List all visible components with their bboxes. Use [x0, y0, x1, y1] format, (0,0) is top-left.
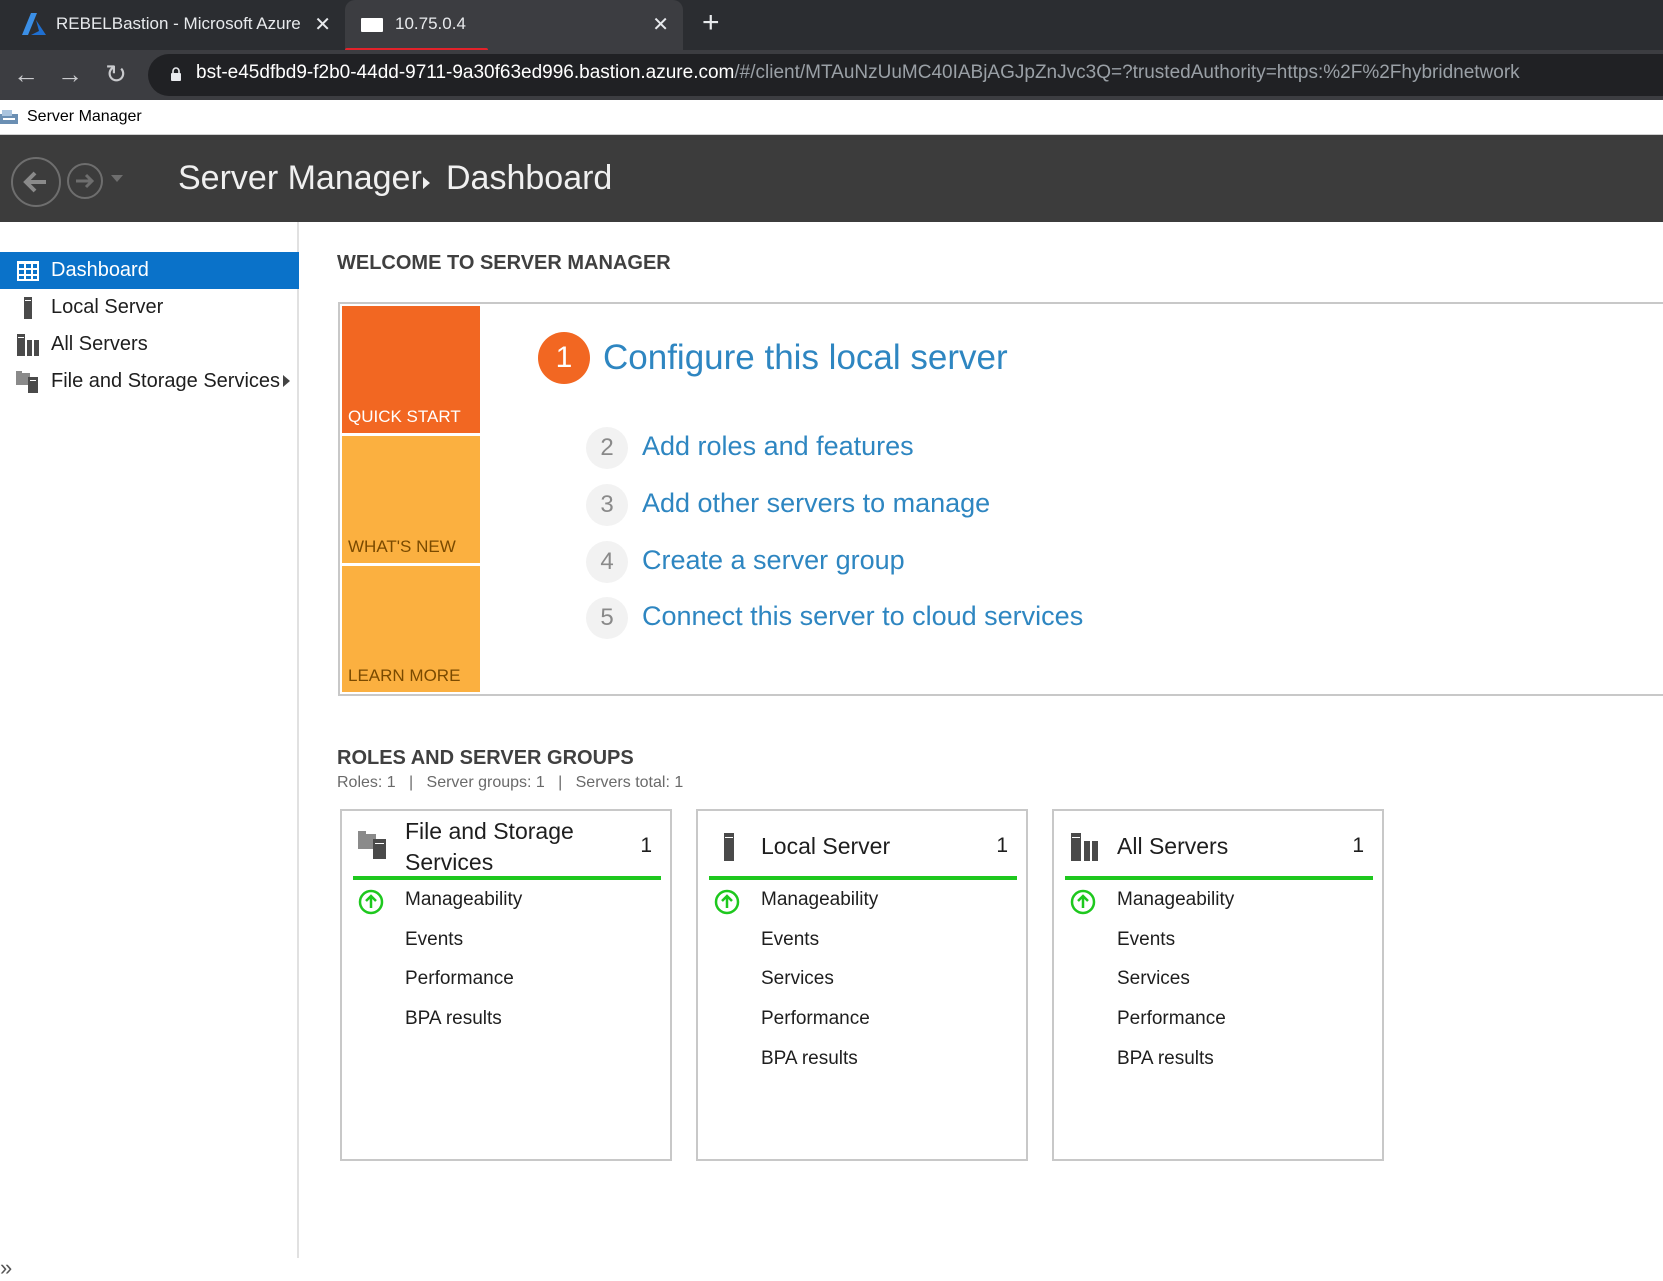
roles-heading: ROLES AND SERVER GROUPS: [337, 747, 634, 769]
browser-tabstrip: REBELBastion - Microsoft Azure ✕ 10.75.0…: [0, 0, 1663, 52]
step-number-badge: 3: [586, 484, 628, 526]
card-row-services[interactable]: Services: [761, 968, 834, 990]
back-arrow-icon: [23, 171, 46, 193]
sidebar-item-local-server[interactable]: Local Server: [0, 289, 299, 326]
url-text[interactable]: bst-e45dfbd9-f2b0-44dd-9711-9a30f63ed996…: [196, 62, 1520, 84]
tab-remote-session[interactable]: 10.75.0.4 ✕: [345, 0, 683, 50]
card-count: 1: [996, 834, 1008, 857]
tile-label: QUICK START: [348, 407, 461, 426]
create-server-group-link[interactable]: Create a server group: [642, 545, 905, 576]
expand-arrow-icon[interactable]: [283, 375, 290, 387]
card-row-bpa[interactable]: BPA results: [761, 1048, 858, 1070]
sidebar-item-label: All Servers: [51, 333, 148, 355]
sidebar-item-label: Local Server: [51, 296, 164, 318]
forward-arrow-icon[interactable]: →: [54, 58, 86, 90]
card-title[interactable]: File and Storage Services: [405, 816, 574, 878]
history-dropdown-icon[interactable]: [111, 175, 123, 182]
step-number-badge: 4: [586, 541, 628, 583]
manageability-ok-icon: [1070, 889, 1096, 915]
remote-desktop-icon: [361, 18, 383, 32]
card-row-performance[interactable]: Performance: [405, 968, 514, 990]
card-row-bpa[interactable]: BPA results: [1117, 1048, 1214, 1070]
role-card-all-servers: All Servers 1 Manageability Events Servi…: [1052, 809, 1384, 1161]
sidebar-item-all-servers[interactable]: All Servers: [0, 326, 299, 363]
app-title: Server Manager: [178, 159, 422, 197]
card-row-events[interactable]: Events: [1117, 929, 1175, 951]
server-icon: [24, 297, 32, 319]
add-roles-link[interactable]: Add roles and features: [642, 431, 914, 462]
sidebar-item-label: File and Storage Services: [51, 370, 281, 392]
close-tab-icon[interactable]: ✕: [314, 12, 331, 37]
back-button[interactable]: [11, 157, 61, 207]
card-row-manageability[interactable]: Manageability: [1117, 889, 1234, 911]
card-row-services[interactable]: Services: [1117, 968, 1190, 990]
sidebar-item-file-storage[interactable]: File and Storage Services: [0, 363, 299, 400]
window-title: Server Manager: [27, 108, 142, 125]
welcome-panel: QUICK START WHAT'S NEW LEARN MORE 1 Conf…: [338, 302, 1663, 696]
sidebar-item-dashboard[interactable]: Dashboard: [0, 252, 299, 289]
lock-icon: [171, 67, 181, 81]
azure-logo-icon: [22, 13, 46, 35]
step-number-badge: 1: [538, 332, 590, 384]
card-row-manageability[interactable]: Manageability: [761, 889, 878, 911]
card-title[interactable]: All Servers: [1117, 831, 1228, 862]
servers-icon: [1071, 833, 1098, 861]
card-title-line: Services: [405, 849, 494, 875]
server-manager-app-icon: [0, 110, 18, 124]
tab-azure[interactable]: REBELBastion - Microsoft Azure ✕: [0, 0, 345, 50]
servers-icon: [17, 334, 39, 356]
file-storage-icon: [16, 371, 38, 393]
step-number-badge: 2: [586, 427, 628, 469]
tile-learn-more[interactable]: LEARN MORE: [342, 566, 480, 692]
tile-quick-start[interactable]: QUICK START: [342, 306, 480, 433]
tile-label: LEARN MORE: [348, 666, 461, 685]
card-row-manageability[interactable]: Manageability: [405, 889, 522, 911]
url-path: /#/client/MTAuNzUuMC40IABjAGJpZnJvc3Q=?t…: [734, 62, 1520, 83]
step-number-badge: 5: [586, 597, 628, 639]
card-row-performance[interactable]: Performance: [1117, 1008, 1226, 1030]
status-bar: [1065, 876, 1373, 880]
new-tab-button[interactable]: +: [702, 8, 720, 38]
page-title: Dashboard: [446, 159, 613, 197]
sidebar: Dashboard Local Server All Servers File …: [0, 222, 299, 1280]
role-card-local-server: Local Server 1 Manageability Events Serv…: [696, 809, 1028, 1161]
breadcrumb-separator-icon: [423, 177, 430, 189]
forward-button[interactable]: [67, 163, 103, 199]
add-servers-link[interactable]: Add other servers to manage: [642, 488, 990, 519]
dashboard-icon: [17, 261, 39, 281]
card-title-line: File and Storage: [405, 818, 574, 844]
roles-summary: Roles: 1 | Server groups: 1 | Servers to…: [337, 774, 684, 791]
file-storage-icon: [358, 831, 386, 859]
card-row-events[interactable]: Events: [405, 929, 463, 951]
tab-title: REBELBastion - Microsoft Azure: [56, 14, 301, 33]
manageability-ok-icon: [358, 889, 384, 915]
url-host: bst-e45dfbd9-f2b0-44dd-9711-9a30f63ed996…: [196, 62, 735, 83]
card-row-events[interactable]: Events: [761, 929, 819, 951]
forward-arrow-icon: [76, 173, 95, 189]
tile-whats-new[interactable]: WHAT'S NEW: [342, 436, 480, 563]
tab-title: 10.75.0.4: [395, 14, 466, 33]
welcome-heading: WELCOME TO SERVER MANAGER: [337, 252, 671, 274]
card-count: 1: [640, 834, 652, 857]
server-manager-header: Server Manager Dashboard: [0, 135, 1663, 222]
reload-icon[interactable]: ↻: [100, 58, 132, 90]
back-arrow-icon[interactable]: ←: [10, 58, 42, 90]
server-icon: [724, 833, 734, 861]
configure-local-server-link[interactable]: Configure this local server: [603, 338, 1008, 378]
role-card-file-storage: File and Storage Services 1 Manageabilit…: [340, 809, 672, 1161]
main-content: WELCOME TO SERVER MANAGER QUICK START WH…: [301, 222, 1663, 1258]
window-titlebar: Server Manager: [0, 100, 1663, 135]
collapse-sidebar-icon[interactable]: »: [0, 1255, 12, 1281]
card-title[interactable]: Local Server: [761, 831, 890, 862]
tile-label: WHAT'S NEW: [348, 537, 456, 556]
sidebar-item-label: Dashboard: [51, 259, 149, 281]
status-bar: [709, 876, 1017, 880]
manageability-ok-icon: [714, 889, 740, 915]
card-row-bpa[interactable]: BPA results: [405, 1008, 502, 1030]
card-row-performance[interactable]: Performance: [761, 1008, 870, 1030]
connect-cloud-link[interactable]: Connect this server to cloud services: [642, 601, 1083, 632]
card-count: 1: [1352, 834, 1364, 857]
status-bar: [353, 876, 661, 880]
close-tab-icon[interactable]: ✕: [652, 12, 669, 37]
